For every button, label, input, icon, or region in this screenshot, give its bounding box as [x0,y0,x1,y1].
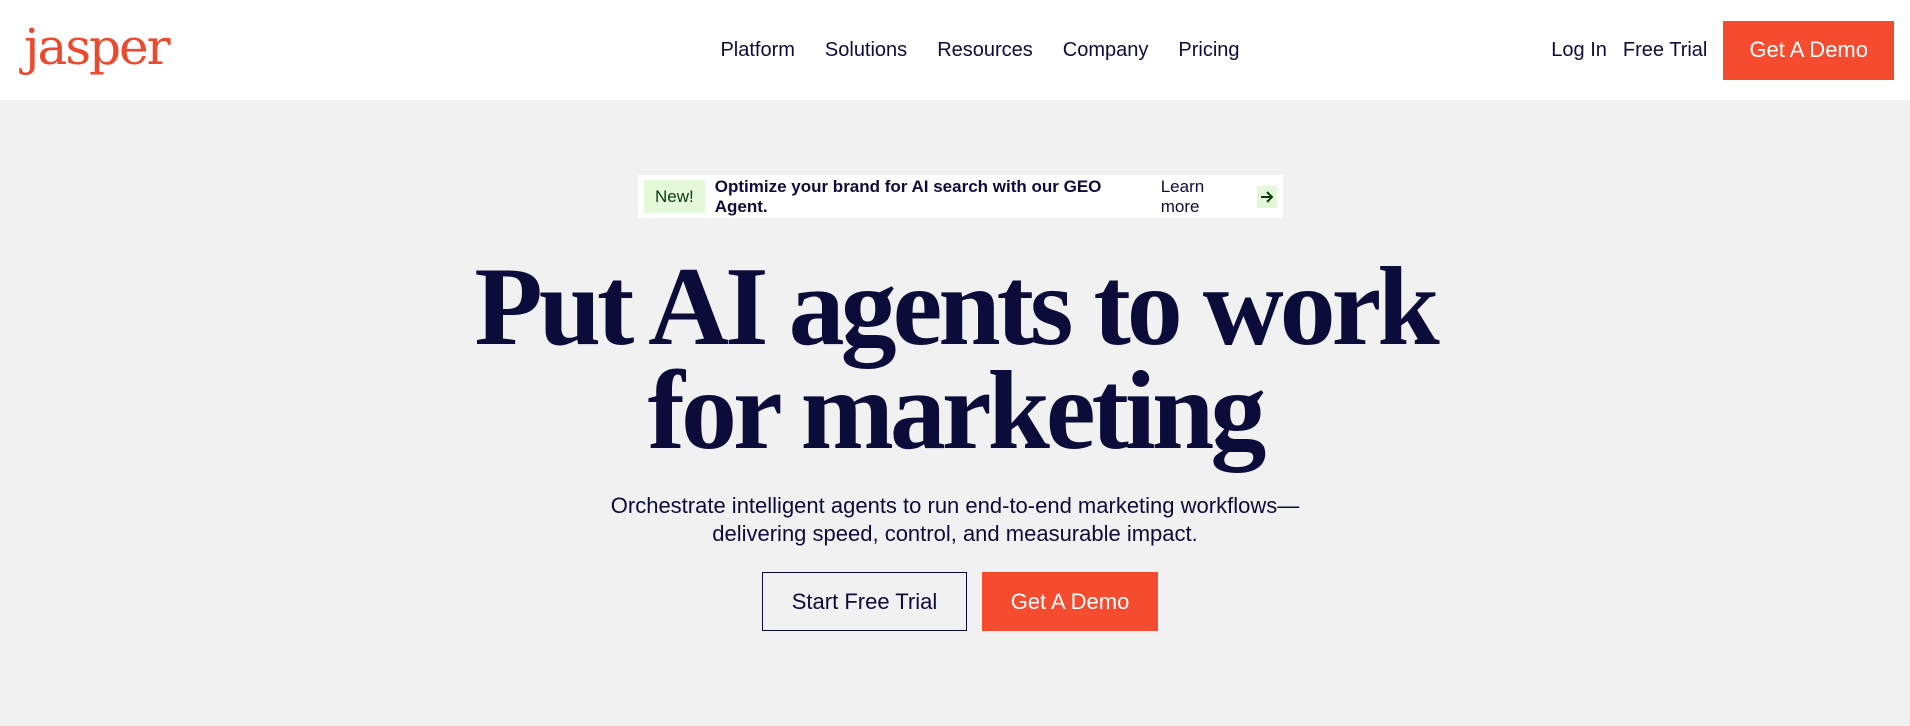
start-free-trial-button[interactable]: Start Free Trial [762,572,967,631]
new-badge: New! [644,180,705,213]
hero-demo-button[interactable]: Get A Demo [982,572,1158,631]
hero-cta-group: Start Free Trial Get A Demo [762,572,1158,631]
hero-subtitle-line-2: delivering speed, control, and measurabl… [712,521,1198,546]
learn-more-link[interactable]: Learn more [1161,177,1247,217]
free-trial-link[interactable]: Free Trial [1623,39,1707,62]
hero-title-line-2: for marketing [647,349,1267,473]
hero-subtitle-line-1: Orchestrate intelligent agents to run en… [610,493,1300,518]
hero-title-line-1: Put AI agents to work [474,245,1439,369]
announcement-text: Optimize your brand for AI search with o… [714,176,1102,216]
header-actions: Log In Free Trial Get A Demo [1551,20,1894,80]
nav-item-pricing[interactable]: Pricing [1178,39,1239,62]
nav-item-platform[interactable]: Platform [720,39,794,62]
hero-title: Put AI agents to work for marketing [0,245,1910,473]
hero-subtitle: Orchestrate intelligent agents to run en… [0,492,1910,548]
header-demo-button[interactable]: Get A Demo [1723,20,1894,80]
arrow-right-icon[interactable] [1257,185,1277,208]
site-header: jasper Platform Solutions Resources Comp… [0,0,1910,100]
nav-item-solutions[interactable]: Solutions [825,39,907,62]
nav-item-resources[interactable]: Resources [937,39,1033,62]
login-link[interactable]: Log In [1551,39,1607,62]
announcement-banner[interactable]: New! Optimize your brand for AI search w… [638,175,1283,218]
nav-item-company[interactable]: Company [1063,39,1149,62]
